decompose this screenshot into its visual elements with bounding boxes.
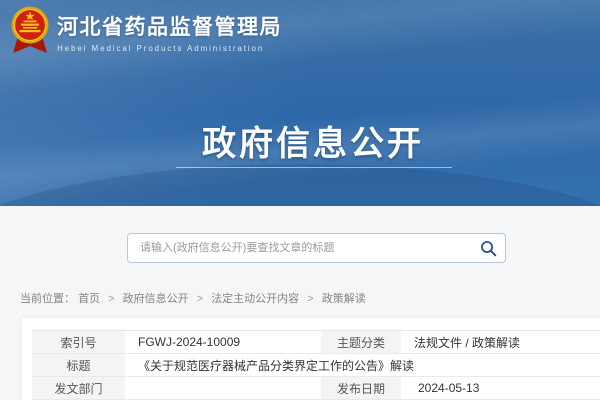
national-emblem-icon <box>10 6 50 58</box>
breadcrumb-item-gov-info[interactable]: 政府信息公开 <box>123 293 189 305</box>
issuing-department-label: 发文部门 <box>32 377 125 400</box>
search-icon <box>480 240 497 257</box>
banner-title: 政府信息公开 <box>13 116 600 165</box>
site-brand[interactable]: 河北省药品监督管理局 Hebei Medical Products Admini… <box>10 6 282 58</box>
breadcrumb-item-home[interactable]: 首页 <box>78 293 100 305</box>
banner-title-underline <box>176 167 452 168</box>
page: 河北省药品监督管理局 Hebei Medical Products Admini… <box>0 0 600 400</box>
search-box <box>127 233 506 263</box>
search-input[interactable] <box>128 234 471 262</box>
breadcrumb-separator: > <box>197 293 203 305</box>
subject-category-value: 法规文件 / 政策解读 <box>401 331 600 354</box>
title-value: 《关于规范医疗器械产品分类界定工作的公告》解读 <box>125 354 600 377</box>
breadcrumb-label: 当前位置： <box>20 293 75 305</box>
breadcrumb-separator: > <box>307 293 313 305</box>
content-panel: 索引号 FGWJ-2024-10009 主题分类 法规文件 / 政策解读 标题 … <box>22 318 600 400</box>
title-label: 标题 <box>32 354 125 377</box>
index-number-label: 索引号 <box>32 331 125 354</box>
org-name-en: Hebei Medical Products Administration <box>57 44 282 53</box>
publish-date-value: 2024-05-13 <box>401 377 600 400</box>
hero-dark-wave-decoration <box>0 164 600 206</box>
subject-category-label: 主题分类 <box>321 331 401 354</box>
index-number-value: FGWJ-2024-10009 <box>125 331 321 354</box>
breadcrumb-item-statutory-disclosure[interactable]: 法定主动公开内容 <box>211 293 299 305</box>
breadcrumb-item-policy-interpretation[interactable]: 政策解读 <box>322 293 366 305</box>
publish-date-label: 发布日期 <box>321 377 401 400</box>
hero-banner: 河北省药品监督管理局 Hebei Medical Products Admini… <box>0 0 600 206</box>
org-name: 河北省药品监督管理局 <box>57 11 282 41</box>
breadcrumb: 当前位置： 首页 > 政府信息公开 > 法定主动公开内容 > 政策解读 <box>20 290 366 306</box>
search-button[interactable] <box>471 234 505 262</box>
issuing-department-value <box>125 377 321 400</box>
breadcrumb-separator: > <box>108 293 114 305</box>
document-info-table: 索引号 FGWJ-2024-10009 主题分类 法规文件 / 政策解读 标题 … <box>32 330 600 400</box>
